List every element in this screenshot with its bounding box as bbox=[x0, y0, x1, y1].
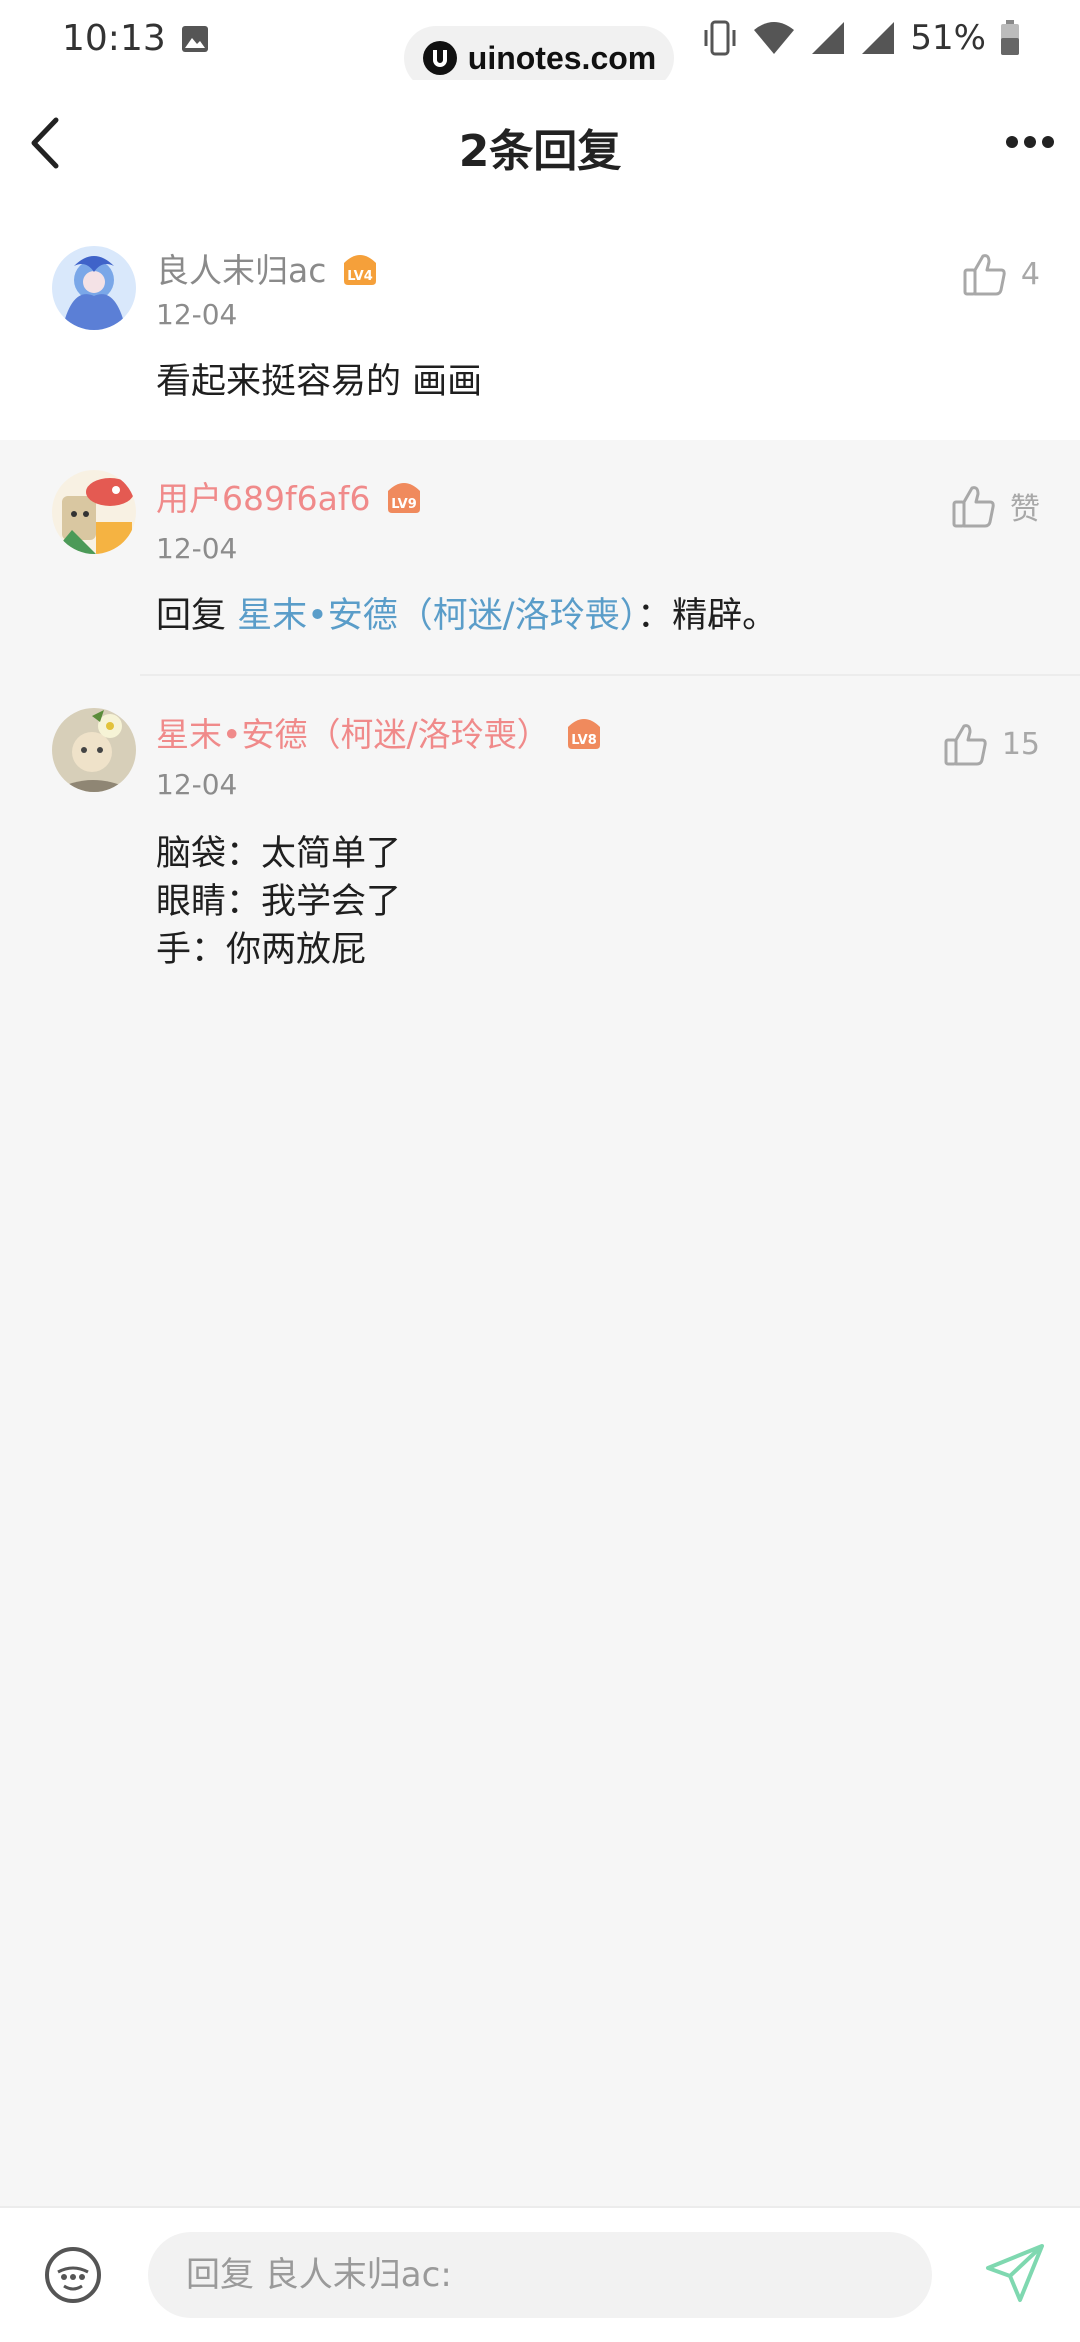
comment-date: 12-04 bbox=[156, 768, 238, 801]
like-button[interactable]: 赞 bbox=[950, 482, 1040, 530]
status-time: 10:13 bbox=[62, 18, 166, 59]
header-bar: 2条回复 bbox=[0, 80, 1080, 210]
image-notification-icon bbox=[182, 26, 208, 52]
send-icon[interactable] bbox=[980, 2238, 1050, 2308]
status-icons: 51% bbox=[702, 18, 1020, 58]
comment-text: 看起来挺容易的 画画 bbox=[156, 362, 483, 402]
more-options-icon[interactable] bbox=[1000, 122, 1060, 162]
avatar-image bbox=[52, 246, 136, 330]
divider bbox=[140, 674, 1080, 676]
svg-text:LV9: LV9 bbox=[392, 497, 418, 512]
main-comment: 良人末归ac LV4 12-04 看起来挺容易的 画画 4 bbox=[0, 210, 1080, 440]
vibrate-icon bbox=[704, 20, 736, 56]
reply-comment: 用户689f6af6 LV9 12-04 回复 星末•安德（柯迷/洛玲喪）：精辟… bbox=[0, 442, 1080, 676]
svg-text:LV4: LV4 bbox=[348, 269, 374, 284]
avatar[interactable] bbox=[52, 246, 136, 330]
user-row: 用户689f6af6 LV9 bbox=[156, 472, 424, 520]
like-count: 15 bbox=[1001, 726, 1040, 762]
avatar[interactable] bbox=[52, 708, 136, 792]
user-row: 星末•安德（柯迷/洛玲喪） LV8 bbox=[156, 708, 604, 756]
level-badge-icon: LV9 bbox=[388, 483, 421, 513]
battery-icon bbox=[1001, 20, 1019, 55]
reply-input[interactable] bbox=[148, 2232, 932, 2318]
uinotes-logo-icon bbox=[422, 41, 457, 75]
username[interactable]: 用户689f6af6 bbox=[156, 472, 370, 520]
reply-comment: 星末•安德（柯迷/洛玲喪） LV8 12-04 脑袋：太简单了 眼睛：我学会了 … bbox=[0, 678, 1080, 1008]
username[interactable]: 星末•安德（柯迷/洛玲喪） bbox=[156, 708, 550, 756]
battery-percentage: 51% bbox=[910, 18, 986, 58]
comment-text: 脑袋：太简单了 眼睛：我学会了 手：你两放屁 bbox=[156, 830, 401, 974]
comment-text: 回复 星末•安德（柯迷/洛玲喪）：精辟。 bbox=[156, 592, 777, 640]
watermark-text: uinotes.com bbox=[467, 39, 657, 76]
like-button[interactable]: 15 bbox=[942, 720, 1040, 768]
status-bar: 10:13 uinotes.com 51% bbox=[0, 0, 1080, 90]
page-title: 2条回复 bbox=[458, 126, 622, 177]
user-row: 良人末归ac LV4 bbox=[156, 244, 380, 292]
comment-line: 手：你两放屁 bbox=[156, 930, 367, 970]
avatar[interactable] bbox=[52, 470, 136, 554]
level-badge-icon: LV8 bbox=[567, 719, 600, 749]
comment-line: 眼睛：我学会了 bbox=[156, 882, 402, 922]
reply-prefix: 回复 bbox=[156, 596, 227, 636]
like-button[interactable]: 4 bbox=[961, 250, 1040, 298]
level-badge-icon: LV4 bbox=[344, 255, 377, 285]
svg-text:LV8: LV8 bbox=[571, 733, 597, 748]
username[interactable]: 良人末归ac bbox=[156, 244, 326, 292]
comment-line: 脑袋：太简单了 bbox=[156, 834, 402, 874]
avatar-image bbox=[52, 470, 136, 554]
mention-link[interactable]: 星末•安德（柯迷/洛玲喪） bbox=[237, 596, 637, 636]
comment-date: 12-04 bbox=[156, 298, 238, 331]
signal-icon bbox=[812, 22, 845, 54]
signal-icon-2 bbox=[862, 22, 895, 54]
thumbs-up-icon bbox=[952, 486, 995, 528]
wifi-icon bbox=[754, 22, 795, 54]
bottom-reply-bar bbox=[0, 2206, 1080, 2342]
emoji-icon[interactable] bbox=[42, 2244, 104, 2306]
avatar-image bbox=[52, 708, 136, 792]
comment-date: 12-04 bbox=[156, 532, 238, 565]
reply-suffix: ：精辟。 bbox=[637, 596, 778, 636]
thumbs-up-icon bbox=[963, 254, 1006, 296]
thumbs-up-icon bbox=[944, 724, 987, 766]
like-count: 4 bbox=[1020, 256, 1040, 292]
like-count: 赞 bbox=[1010, 492, 1040, 527]
